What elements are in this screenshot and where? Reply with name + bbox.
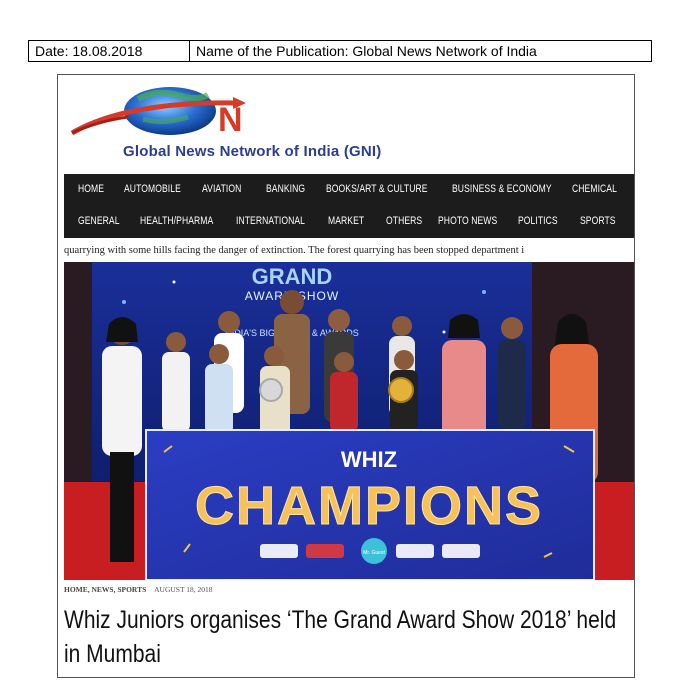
nav-item-general[interactable]: GENERAL <box>78 215 120 227</box>
nav-item-politics[interactable]: POLITICS <box>518 215 558 227</box>
whiz-champions-banner: WHIZ CHAMPIONS Mr. Guest <box>145 429 595 580</box>
nav-item-photo-news[interactable]: PHOTO NEWS <box>438 215 497 227</box>
nav-item-business-economy[interactable]: BUSINESS & ECONOMY <box>452 183 552 195</box>
main-navigation: HOME AUTOMOBILE AVIATION BANKING BOOKS/A… <box>64 174 634 238</box>
banner-top: WHIZ <box>341 447 397 472</box>
nav-row-1: HOME AUTOMOBILE AVIATION BANKING BOOKS/A… <box>64 174 634 206</box>
news-ticker[interactable]: quarrying with some hills facing the dan… <box>64 240 634 263</box>
nav-item-banking[interactable]: BANKING <box>266 183 305 195</box>
nav-item-market[interactable]: MARKET <box>328 215 364 227</box>
nav-item-home[interactable]: HOME <box>78 183 104 195</box>
banner-main: CHAMPIONS <box>195 476 543 536</box>
backdrop-title: GRAND <box>252 264 333 289</box>
clipping-meta-row: Date: 18.08.2018 Name of the Publication… <box>28 40 652 62</box>
article-meta: HOME, NEWS, SPORTS AUGUST 18, 2018 <box>64 585 213 594</box>
article-date: AUGUST 18, 2018 <box>154 585 213 594</box>
nav-item-chemical[interactable]: CHEMICAL <box>572 183 617 195</box>
publication-label: Name of the Publication: Global News Net… <box>190 40 652 62</box>
article-categories[interactable]: HOME, NEWS, SPORTS <box>64 585 146 594</box>
site-logo[interactable]: N Global News Network of India (GNI) <box>68 81 488 161</box>
nav-item-automobile[interactable]: AUTOMOBILE <box>124 183 181 195</box>
logo-name: Global News Network of India (GNI) <box>123 143 382 160</box>
nav-item-books-art-culture[interactable]: BOOKS/ART & CULTURE <box>326 183 428 195</box>
article-photo: GRAND AWARD SHOW INDIA'S BIGGEST ... & A… <box>64 262 634 580</box>
news-clipping: N Global News Network of India (GNI) HOM… <box>57 74 635 678</box>
nav-item-aviation[interactable]: AVIATION <box>202 183 241 195</box>
nav-item-international[interactable]: INTERNATIONAL <box>236 215 305 227</box>
nav-item-others[interactable]: OTHERS <box>386 215 422 227</box>
logo-letter: N <box>218 101 243 139</box>
banner-center-badge: Mr. Guest <box>363 550 385 556</box>
nav-item-health-pharma[interactable]: HEALTH/PHARMA <box>140 215 213 227</box>
nav-row-2: GENERAL HEALTH/PHARMA INTERNATIONAL MARK… <box>64 206 634 238</box>
nav-item-sports[interactable]: SPORTS <box>580 215 616 227</box>
date-label: Date: 18.08.2018 <box>28 40 190 62</box>
article-headline[interactable]: Whiz Juniors organises ‘The Grand Award … <box>64 603 618 671</box>
